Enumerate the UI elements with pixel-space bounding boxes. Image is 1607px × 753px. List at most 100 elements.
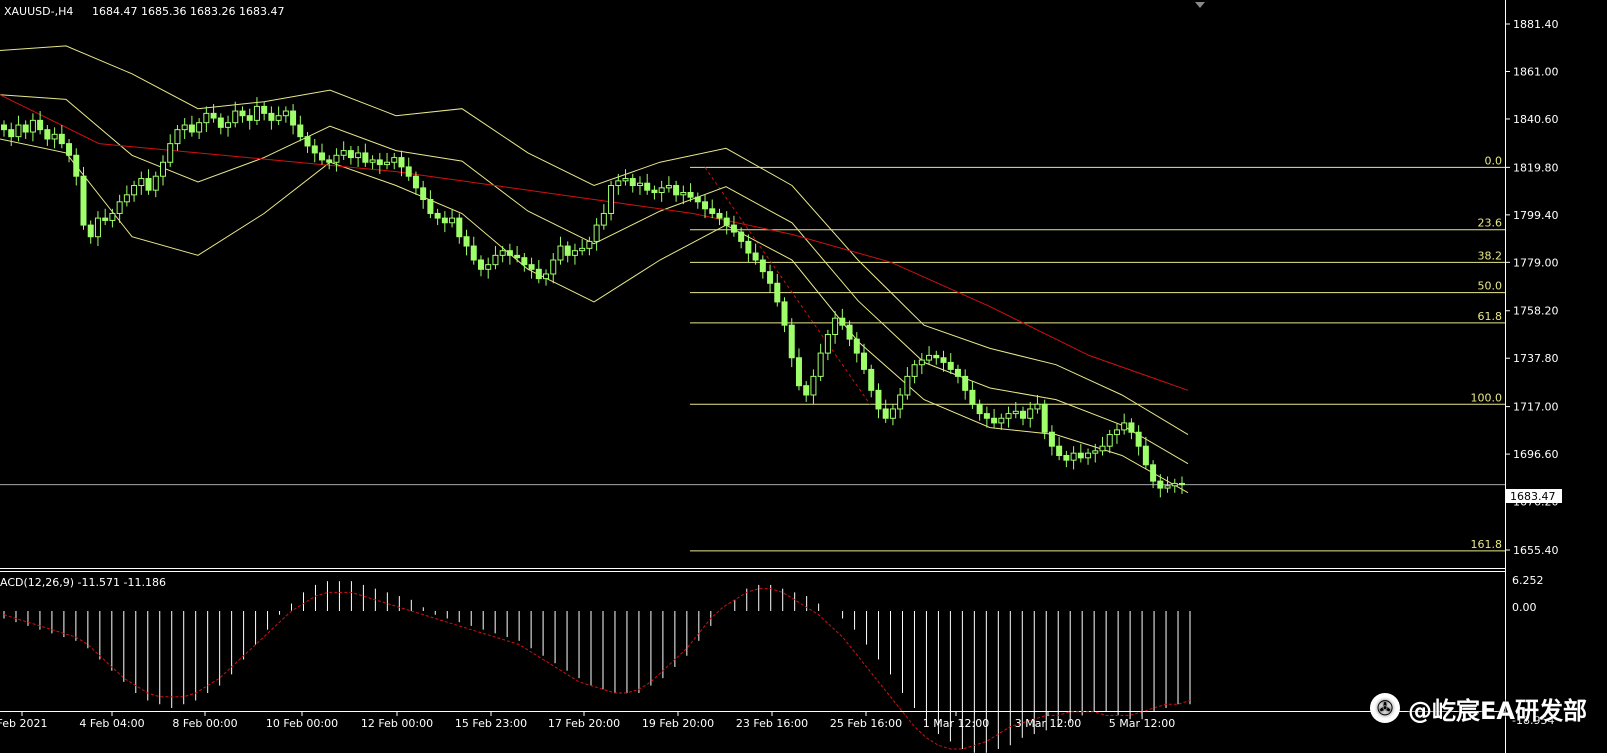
candle-body (434, 212, 441, 219)
candle-body (477, 259, 484, 270)
candle-body (123, 194, 130, 203)
candle-body (470, 245, 477, 261)
fib-level-label: 23.6 (1478, 217, 1503, 230)
chart-frame (0, 0, 1506, 753)
watermark-text: @屹宸EA研发部 (1408, 696, 1587, 725)
candle-body (550, 259, 557, 275)
candle-body (420, 187, 427, 200)
price-tick-label: 1819.80 (1513, 161, 1559, 174)
candle-body (116, 201, 123, 214)
candle-body (1128, 422, 1135, 433)
candle-body (795, 357, 802, 387)
candle-body (810, 375, 817, 396)
candle-body (687, 192, 694, 198)
candle-body (506, 250, 513, 256)
candle-body (282, 110, 289, 117)
time-tick-label: 4 Feb 04:00 (79, 717, 144, 730)
candle-body (658, 187, 665, 194)
candle-body (940, 357, 947, 363)
candle-body (767, 271, 774, 284)
candle-body (8, 129, 15, 138)
watermark-logo-icon: ✇ (1370, 693, 1401, 723)
macd-scale-zero: 0.00 (1512, 601, 1537, 614)
candle-body (644, 182, 651, 191)
candle-body (586, 240, 593, 249)
candle-body (889, 408, 896, 419)
fibonacci-levels: 0.0 23.6 38.2 50.0 61.8 100.0 161.8 (690, 154, 1505, 552)
time-tick-label: 5 Mar 12:00 (1109, 717, 1175, 730)
candle-body (723, 217, 730, 226)
candle-body (347, 150, 354, 159)
candle-body (311, 145, 318, 154)
price-tick-label: 1655.40 (1513, 544, 1559, 557)
candle-body (954, 368, 961, 377)
candle-body (174, 129, 181, 145)
price-chart-svg[interactable]: 0.0 23.6 38.2 50.0 61.8 100.0 161.8 1881.40 186… (0, 0, 1607, 753)
candle-body (716, 212, 723, 219)
candle-body (333, 154, 340, 163)
candle-body (983, 413, 990, 419)
candle-body (608, 185, 615, 214)
candle-body (680, 192, 687, 196)
candle-body (875, 389, 882, 410)
candle-body (543, 273, 550, 280)
candle-body (290, 110, 297, 126)
chart-header-ohlc: 1684.47 1685.36 1683.26 1683.47 (92, 5, 284, 18)
candle-body (1121, 422, 1128, 431)
candle-body (340, 150, 347, 156)
time-tick-label: 15 Feb 23:00 (455, 717, 527, 730)
candle-body (933, 354, 940, 359)
fib-level-label: 38.2 (1478, 249, 1503, 262)
candle-body (1, 124, 7, 131)
bollinger-bands (0, 45, 1189, 494)
candlesticks (1, 97, 1185, 498)
candle-body (1150, 464, 1157, 482)
candle-body (37, 119, 44, 131)
candle-body (253, 105, 260, 121)
candle-body (145, 178, 152, 191)
candle-body (926, 354, 933, 361)
candle-body (839, 317, 846, 326)
macd-scale-top: 6.252 (1512, 574, 1544, 587)
candle-body (868, 368, 875, 391)
fib-level-label: 61.8 (1478, 310, 1503, 323)
candle-body (181, 124, 188, 131)
candle-body (131, 185, 138, 196)
candle-body (1106, 434, 1113, 447)
candle-body (427, 198, 434, 214)
candle-body (318, 152, 325, 161)
candle-body (94, 217, 101, 238)
candle-body (109, 212, 116, 221)
candle-body (22, 124, 29, 133)
candle-body (398, 157, 405, 168)
candle-body (73, 154, 80, 177)
candle-body (535, 268, 542, 280)
candle-body (694, 196, 701, 203)
candle-body (102, 217, 109, 221)
candle-body (976, 403, 983, 415)
candle-body (629, 178, 636, 187)
price-axis: 1881.40 1861.00 1840.60 1819.80 1799.40 1779.… (1505, 18, 1559, 557)
candle-body (412, 175, 419, 189)
candle-body (947, 361, 954, 370)
candle-body (803, 385, 810, 396)
candle-body (514, 254, 521, 259)
candle-body (738, 231, 745, 242)
candle-body (759, 259, 766, 273)
candle-body (998, 417, 1005, 424)
candle-body (51, 133, 58, 140)
candle-body (665, 185, 672, 189)
candle-body (304, 136, 311, 147)
candle-body (593, 224, 600, 242)
candle-body (1157, 480, 1164, 489)
candle-body (188, 124, 195, 133)
candle-body (44, 129, 51, 140)
candle-body (788, 324, 795, 359)
current-price-label: 1683.47 (1510, 490, 1556, 503)
candle-body (87, 224, 94, 238)
candle-body (571, 250, 578, 256)
candle-body (15, 124, 22, 138)
candle-body (781, 301, 788, 326)
time-tick-label: Feb 2021 (0, 717, 47, 730)
chart-header-symbol: XAUUSD-,H4 (4, 5, 73, 18)
